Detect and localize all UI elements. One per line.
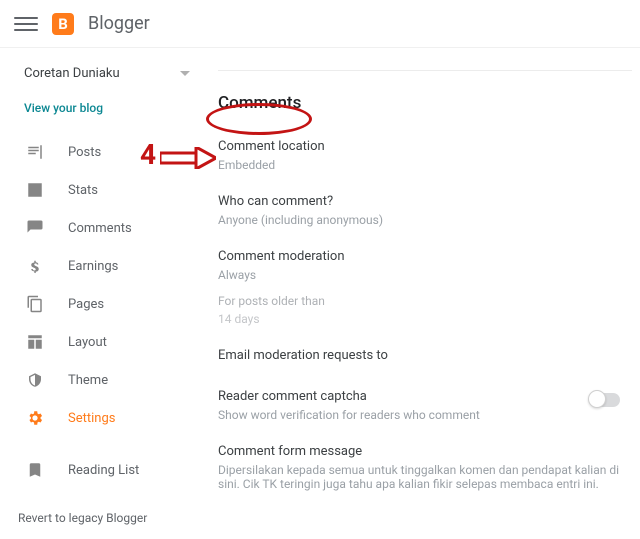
bookmark-icon xyxy=(26,461,44,479)
gear-icon xyxy=(26,409,44,427)
setting-label: Comment moderation xyxy=(218,249,632,264)
setting-reader-captcha: Reader comment captcha Show word verific… xyxy=(218,381,632,436)
setting-label: Reader comment captcha xyxy=(218,389,480,404)
nav-label: Comments xyxy=(68,221,132,236)
brand-name: Blogger xyxy=(88,13,150,34)
setting-sub-label: For posts older than xyxy=(218,294,632,308)
sidebar-item-posts[interactable]: Posts xyxy=(0,133,210,171)
setting-value: Embedded xyxy=(218,158,632,172)
stats-icon xyxy=(26,181,44,199)
setting-comment-location[interactable]: Comment location Embedded xyxy=(218,131,632,186)
setting-sub-value: 14 days xyxy=(218,312,632,326)
nav-label: Reading List xyxy=(68,463,139,478)
blogger-logo-icon: B xyxy=(52,13,74,35)
setting-value: Always xyxy=(218,268,632,282)
topbar: B Blogger xyxy=(0,0,640,48)
blog-name: Coretan Duniaku xyxy=(24,66,120,81)
setting-label: Comment form message xyxy=(218,444,632,459)
menu-icon[interactable] xyxy=(14,12,38,36)
sidebar-item-pages[interactable]: Pages xyxy=(0,285,210,323)
nav-label: Layout xyxy=(68,335,107,350)
sidebar-item-comments[interactable]: Comments xyxy=(0,209,210,247)
sidebar-item-stats[interactable]: Stats xyxy=(0,171,210,209)
setting-who-can-comment[interactable]: Who can comment? Anyone (including anony… xyxy=(218,186,632,241)
theme-icon xyxy=(26,371,44,389)
setting-label: Email moderation requests to xyxy=(218,348,632,363)
blog-selector[interactable]: Coretan Duniaku xyxy=(0,60,210,87)
chevron-down-icon xyxy=(180,71,190,76)
captcha-toggle[interactable] xyxy=(590,393,620,407)
divider xyxy=(218,70,632,71)
earnings-icon xyxy=(26,257,44,275)
nav-label: Stats xyxy=(68,183,98,198)
layout-icon xyxy=(26,333,44,351)
sidebar-item-earnings[interactable]: Earnings xyxy=(0,247,210,285)
sidebar-item-theme[interactable]: Theme xyxy=(0,361,210,399)
nav-label: Settings xyxy=(68,411,115,426)
posts-icon xyxy=(26,143,44,161)
setting-value: Show word verification for readers who c… xyxy=(218,408,480,422)
pages-icon xyxy=(26,295,44,313)
setting-comment-form-message[interactable]: Comment form message Dipersilakan kepada… xyxy=(218,436,632,505)
setting-email-moderation[interactable]: Email moderation requests to xyxy=(218,340,632,381)
revert-link[interactable]: Revert to legacy Blogger xyxy=(0,497,210,539)
nav-label: Theme xyxy=(68,373,108,388)
setting-value: Anyone (including anonymous) xyxy=(218,213,632,227)
setting-label: Who can comment? xyxy=(218,194,632,209)
nav-label: Pages xyxy=(68,297,104,312)
setting-value: Dipersilakan kepada semua untuk tinggalk… xyxy=(218,463,632,491)
sidebar-item-reading-list[interactable]: Reading List xyxy=(0,451,210,489)
nav-label: Posts xyxy=(68,145,101,160)
section-title: Comments xyxy=(218,93,632,131)
view-blog-link[interactable]: View your blog xyxy=(0,87,210,133)
sidebar-item-layout[interactable]: Layout xyxy=(0,323,210,361)
setting-label: Comment location xyxy=(218,139,632,154)
setting-comment-moderation[interactable]: Comment moderation Always For posts olde… xyxy=(218,241,632,340)
main-content: Comments Comment location Embedded Who c… xyxy=(210,48,640,508)
comments-icon xyxy=(26,219,44,237)
sidebar: Coretan Duniaku View your blog Posts Sta… xyxy=(0,48,210,508)
sidebar-item-settings[interactable]: Settings xyxy=(0,399,210,437)
nav-label: Earnings xyxy=(68,259,118,274)
